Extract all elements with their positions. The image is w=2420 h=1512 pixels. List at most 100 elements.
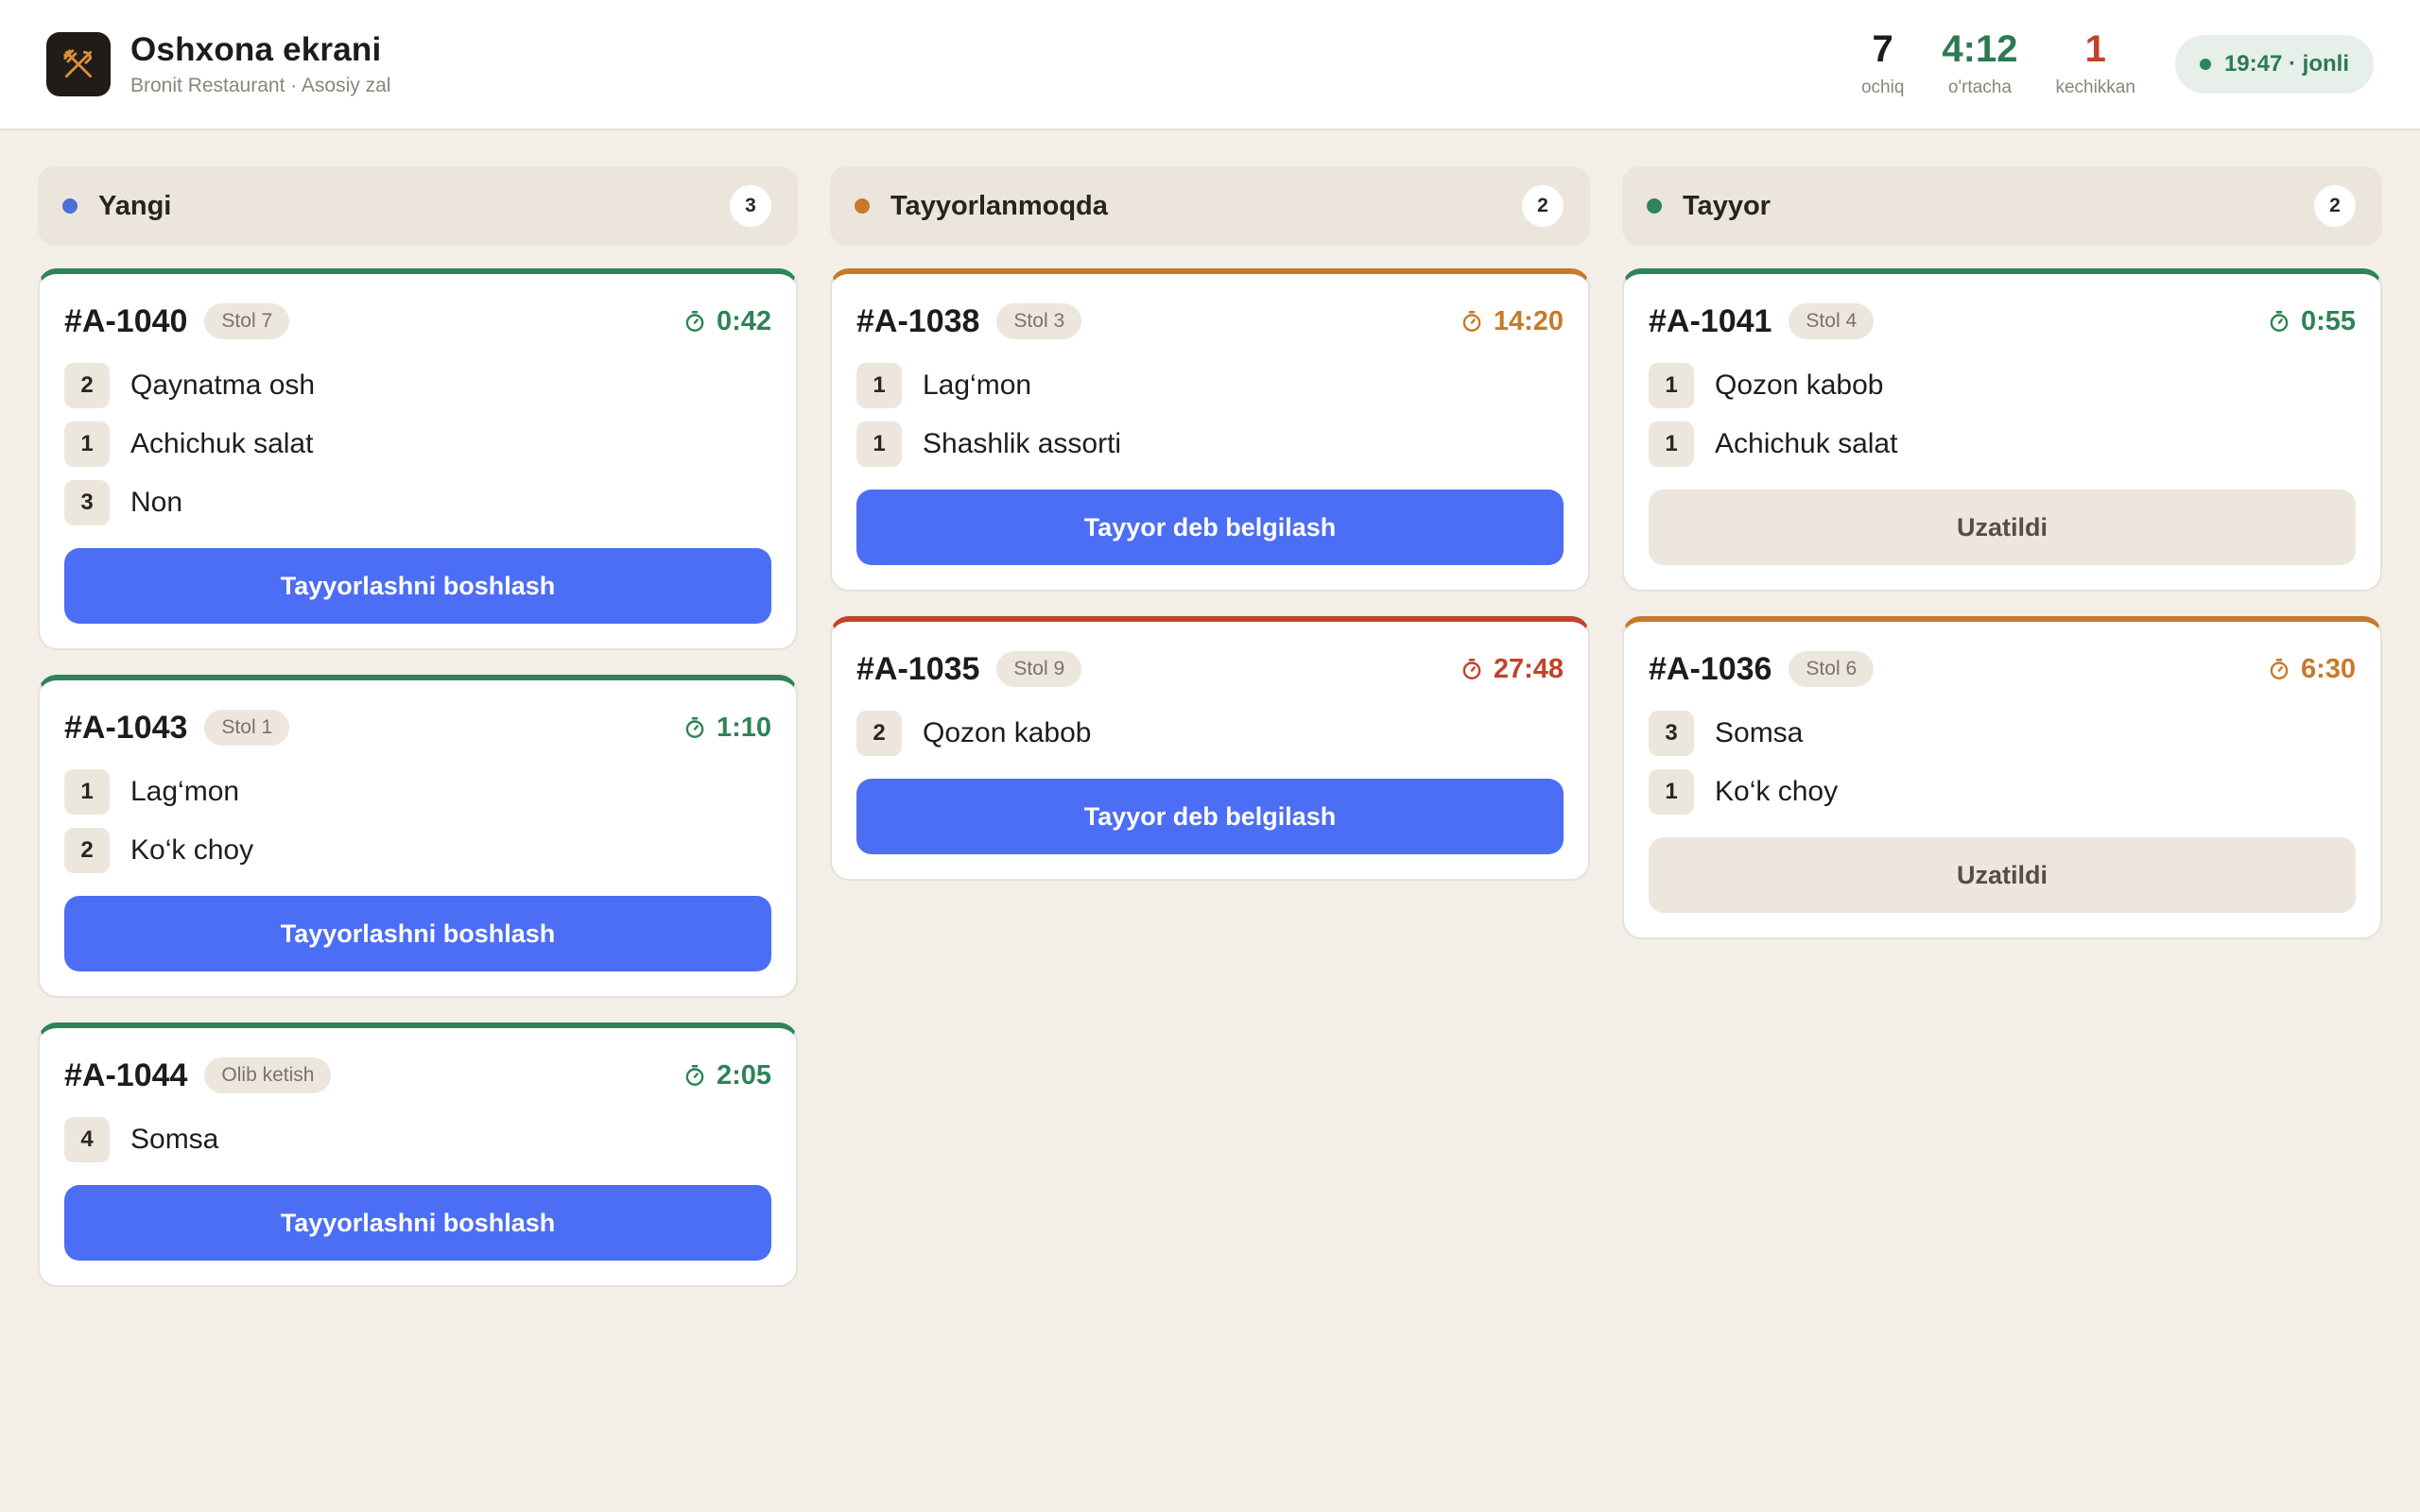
- stat-open-label: ochiq: [1860, 77, 1905, 97]
- table-tag: Stol 9: [996, 651, 1082, 687]
- order-timer-value: 0:42: [716, 305, 771, 336]
- order-card[interactable]: #A-1035 Stol 9 27:48 2 Qozon kabob Tayyo…: [830, 616, 1590, 881]
- item-quantity: 1: [856, 363, 902, 408]
- kanban-board: Yangi 3 #A-1040 Stol 7 0:42 2 Qaynatma o…: [38, 166, 2382, 1287]
- order-item: 3 Non: [64, 480, 771, 525]
- table-tag: Stol 6: [1789, 651, 1875, 687]
- order-timer-value: 27:48: [1493, 653, 1564, 684]
- order-item: 1 Lag‘mon: [856, 363, 1564, 408]
- order-card-list: #A-1038 Stol 3 14:20 1 Lag‘mon 1 Shashli…: [830, 268, 1590, 881]
- stopwatch-icon: [685, 717, 704, 738]
- item-name: Ko‘k choy: [1715, 776, 1839, 807]
- column-2: Tayyor 2 #A-1041 Stol 4 0:55 1 Qozon kab…: [1622, 166, 2382, 1287]
- order-timer-value: 2:05: [716, 1059, 771, 1091]
- order-item: 2 Qaynatma osh: [64, 363, 771, 408]
- item-quantity: 1: [1649, 363, 1694, 408]
- column-status-dot-icon: [1647, 198, 1662, 214]
- stopwatch-icon: [1462, 659, 1481, 679]
- column-0: Yangi 3 #A-1040 Stol 7 0:42 2 Qaynatma o…: [38, 166, 798, 1287]
- app-logo: [46, 32, 111, 96]
- column-status-dot-icon: [855, 198, 870, 214]
- order-timer: 27:48: [1460, 654, 1564, 685]
- order-id: #A-1036: [1649, 650, 1772, 687]
- column-header: Tayyor 2: [1622, 166, 2382, 246]
- item-quantity: 1: [64, 421, 110, 467]
- column-title: Tayyorlanmoqda: [890, 190, 1108, 221]
- item-name: Ko‘k choy: [130, 834, 254, 866]
- order-action-button[interactable]: Tayyorlashni boshlash: [64, 1185, 771, 1261]
- item-name: Qozon kabob: [1715, 369, 1884, 401]
- stats-bar: 7 ochiq 4:12 o'rtacha 1 kechikkan 19:47 …: [1824, 30, 2374, 98]
- column-title: Tayyor: [1683, 190, 1771, 221]
- item-quantity: 1: [856, 421, 902, 467]
- item-name: Somsa: [130, 1124, 219, 1155]
- column-count-badge: 2: [2314, 185, 2356, 227]
- order-id: #A-1043: [64, 709, 188, 746]
- item-quantity: 4: [64, 1117, 110, 1162]
- table-tag: Stol 1: [204, 710, 290, 746]
- stat-late-label: kechikkan: [2055, 77, 2135, 97]
- order-action-button[interactable]: Tayyor deb belgilash: [856, 779, 1564, 854]
- order-action-button[interactable]: Tayyorlashni boshlash: [64, 896, 771, 971]
- stopwatch-icon: [685, 311, 704, 332]
- stat-average-label: o'rtacha: [1947, 77, 2012, 97]
- column-header: Tayyorlanmoqda 2: [830, 166, 1590, 246]
- stat-open-value: 7: [1872, 28, 1893, 70]
- item-quantity: 3: [64, 480, 110, 525]
- order-item: 1 Achichuk salat: [64, 421, 771, 467]
- served-button[interactable]: Uzatildi: [1649, 837, 2356, 913]
- order-item: 3 Somsa: [1649, 711, 2356, 756]
- order-card[interactable]: #A-1038 Stol 3 14:20 1 Lag‘mon 1 Shashli…: [830, 268, 1590, 592]
- column-title: Yangi: [98, 190, 172, 221]
- order-card[interactable]: #A-1041 Stol 4 0:55 1 Qozon kabob 1 Achi…: [1622, 268, 2382, 592]
- order-card-list: #A-1041 Stol 4 0:55 1 Qozon kabob 1 Achi…: [1622, 268, 2382, 939]
- order-id: #A-1038: [856, 302, 980, 339]
- order-action-button[interactable]: Tayyor deb belgilash: [856, 490, 1564, 565]
- item-quantity: 3: [1649, 711, 1694, 756]
- order-timer: 1:10: [683, 713, 771, 744]
- order-timer: 6:30: [2267, 654, 2356, 685]
- column-header: Yangi 3: [38, 166, 798, 246]
- order-item: 1 Ko‘k choy: [1649, 769, 2356, 815]
- order-card[interactable]: #A-1040 Stol 7 0:42 2 Qaynatma osh 1 Ach…: [38, 268, 798, 650]
- item-quantity: 2: [856, 711, 902, 756]
- item-name: Lag‘mon: [130, 776, 240, 807]
- order-items: 1 Qozon kabob 1 Achichuk salat: [1649, 363, 2356, 467]
- live-status-badge: 19:47 · jonli: [2174, 35, 2374, 94]
- item-name: Somsa: [1715, 717, 1804, 748]
- table-tag: Stol 4: [1789, 303, 1875, 339]
- order-item: 1 Shashlik assorti: [856, 421, 1564, 467]
- order-id: #A-1044: [64, 1057, 188, 1093]
- stat-open: 7 ochiq: [1861, 30, 1904, 98]
- order-items: 2 Qozon kabob: [856, 711, 1564, 756]
- order-id: #A-1035: [856, 650, 980, 687]
- order-card-header: #A-1041 Stol 4 0:55: [1649, 302, 2356, 340]
- served-button[interactable]: Uzatildi: [1649, 490, 2356, 565]
- order-card-header: #A-1038 Stol 3 14:20: [856, 302, 1564, 340]
- item-name: Non: [130, 487, 183, 518]
- order-items: 3 Somsa 1 Ko‘k choy: [1649, 711, 2356, 815]
- order-timer: 2:05: [683, 1060, 771, 1091]
- order-item: 1 Qozon kabob: [1649, 363, 2356, 408]
- item-quantity: 2: [64, 828, 110, 873]
- order-card-header: #A-1040 Stol 7 0:42: [64, 302, 771, 340]
- stopwatch-icon: [1462, 311, 1481, 332]
- order-item: 4 Somsa: [64, 1117, 771, 1162]
- live-status-text: 19:47 · jonli: [2223, 51, 2349, 77]
- order-card-header: #A-1036 Stol 6 6:30: [1649, 650, 2356, 688]
- order-card[interactable]: #A-1043 Stol 1 1:10 1 Lag‘mon 2 Ko‘k cho…: [38, 675, 798, 998]
- order-timer: 14:20: [1460, 306, 1564, 337]
- page-title: Oshxona ekrani: [130, 31, 382, 68]
- column-count-badge: 3: [730, 185, 771, 227]
- table-tag: Olib ketish: [204, 1057, 332, 1093]
- order-action-button[interactable]: Tayyorlashni boshlash: [64, 548, 771, 624]
- order-card[interactable]: #A-1036 Stol 6 6:30 3 Somsa 1 Ko‘k choy …: [1622, 616, 2382, 939]
- item-quantity: 1: [1649, 421, 1694, 467]
- order-card-header: #A-1035 Stol 9 27:48: [856, 650, 1564, 688]
- order-card-header: #A-1044 Olib ketish 2:05: [64, 1057, 771, 1094]
- item-quantity: 2: [64, 363, 110, 408]
- order-card[interactable]: #A-1044 Olib ketish 2:05 4 Somsa Tayyorl…: [38, 1022, 798, 1287]
- utensils-icon: [63, 49, 93, 78]
- column-count-badge: 2: [1522, 185, 1564, 227]
- stat-late: 1 kechikkan: [2055, 30, 2135, 98]
